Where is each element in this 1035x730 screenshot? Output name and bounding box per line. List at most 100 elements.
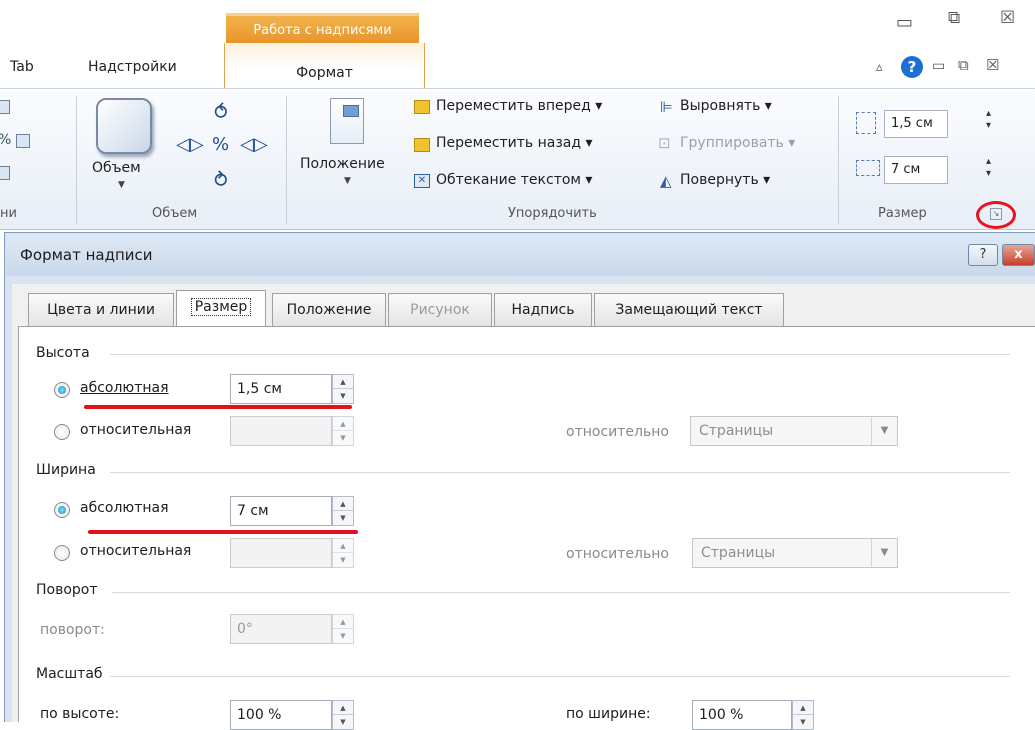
annotation-underline <box>88 530 358 534</box>
tab-colors-lines[interactable]: Цвета и линии <box>28 293 174 326</box>
chevron-down-icon[interactable]: ▼ <box>118 180 125 190</box>
help-icon[interactable]: ? <box>901 56 923 78</box>
spin-down-icon: ▼ <box>340 556 346 564</box>
group-separator <box>76 96 77 224</box>
bring-forward-icon[interactable] <box>414 100 430 114</box>
nudge-icon[interactable] <box>0 166 10 180</box>
scale-height-input[interactable]: 100 % <box>230 700 332 730</box>
height-spinner[interactable]: ▴ ▾ <box>986 108 991 132</box>
collapse-ribbon-icon[interactable]: ▵ <box>876 60 883 75</box>
annotation-circle <box>976 201 1016 229</box>
height-relative-to-value: Страницы <box>699 423 774 439</box>
shape-icon[interactable] <box>0 100 10 114</box>
width-absolute-input[interactable]: 7 см <box>230 496 332 526</box>
annotation-underline <box>84 405 352 409</box>
tab-tab[interactable]: Tab <box>10 59 34 75</box>
tilt-up-icon[interactable]: ⥀ <box>214 100 228 124</box>
volume-toggle-icon[interactable]: % <box>212 134 229 155</box>
height-relative-label: относительная <box>80 422 192 438</box>
title-bar <box>0 0 1035 50</box>
tab-textbox[interactable]: Надпись <box>494 293 592 326</box>
rotation-label: поворот: <box>40 622 105 638</box>
rotate-button[interactable]: Повернуть ▾ <box>680 172 770 188</box>
tab-size[interactable]: Размер <box>176 290 266 327</box>
width-relative-to-label: относительно <box>566 546 669 562</box>
dialog-title: Формат надписи <box>6 234 1035 276</box>
send-backward-icon[interactable] <box>414 138 430 152</box>
scale-width-label: по ширине: <box>566 706 651 722</box>
position-button[interactable]: Положение <box>300 156 385 172</box>
bring-forward-button[interactable]: Переместить вперед ▾ <box>436 98 602 114</box>
doc-close-icon[interactable]: ☒ <box>986 56 999 74</box>
section-divider <box>112 592 1010 593</box>
height-relative-input <box>230 416 332 446</box>
scale-width-input[interactable]: 100 % <box>692 700 792 730</box>
height-relative-stepper: ▲ ▼ <box>332 416 354 446</box>
width-spinner[interactable]: ▴ ▾ <box>986 156 991 180</box>
section-divider <box>110 354 1010 355</box>
restore-icon[interactable]: ⧉ <box>948 8 960 28</box>
shape-width-input[interactable]: 7 см <box>884 156 948 184</box>
height-absolute-input[interactable]: 1,5 см <box>230 374 332 404</box>
tab-size-label: Размер <box>190 298 252 316</box>
spin-up-icon[interactable]: ▲ <box>333 701 353 715</box>
wrap-text-label: Обтекание текстом <box>436 172 581 188</box>
height-absolute-stepper[interactable]: ▲ ▼ <box>332 374 354 404</box>
group-button: Группировать ▾ <box>680 135 796 151</box>
tab-addins[interactable]: Надстройки <box>88 59 177 75</box>
width-relative-radio[interactable] <box>54 545 70 561</box>
tilt-left-icon[interactable]: ◁▷ <box>176 134 204 155</box>
spin-up-icon[interactable]: ▲ <box>333 497 353 511</box>
spin-down-icon[interactable]: ▼ <box>333 715 353 729</box>
section-divider <box>110 472 1010 473</box>
scale-width-stepper[interactable]: ▲ ▼ <box>792 700 814 730</box>
volume-button[interactable]: Объем <box>92 160 141 176</box>
spin-up-icon[interactable]: ▲ <box>793 701 813 715</box>
shadow-icon[interactable] <box>16 134 30 148</box>
height-absolute-text: абсолютная <box>80 380 169 396</box>
tab-position[interactable]: Положение <box>272 293 386 326</box>
width-absolute-label: абсолютная <box>80 500 169 516</box>
close-icon[interactable]: ☒ <box>1000 8 1015 28</box>
spin-up-icon[interactable]: ▲ <box>333 375 353 389</box>
rotation-section-title: Поворот <box>36 582 98 598</box>
send-backward-button[interactable]: Переместить назад ▾ <box>436 135 593 151</box>
wrap-text-icon[interactable]: ✕ <box>414 174 430 188</box>
spin-down-icon[interactable]: ▼ <box>793 715 813 729</box>
send-backward-label: Переместить назад <box>436 135 582 151</box>
align-label: Выровнять <box>680 98 761 114</box>
rotate-label: Повернуть <box>680 172 759 188</box>
width-relative-stepper: ▲ ▼ <box>332 538 354 568</box>
help-button[interactable]: ? <box>968 244 998 266</box>
doc-restore-icon[interactable]: ⧉ <box>958 56 969 74</box>
width-section-title: Ширина <box>36 462 96 478</box>
scale-section-title: Масштаб <box>36 666 103 682</box>
scale-height-stepper[interactable]: ▲ ▼ <box>332 700 354 730</box>
wrap-text-button[interactable]: Обтекание текстом ▾ <box>436 172 592 188</box>
align-button[interactable]: Выровнять ▾ <box>680 98 772 114</box>
3d-volume-icon[interactable] <box>96 98 152 154</box>
percent-icon[interactable]: % <box>0 132 11 148</box>
width-absolute-stepper[interactable]: ▲ ▼ <box>332 496 354 526</box>
position-icon[interactable] <box>330 98 364 144</box>
shape-height-input[interactable]: 1,5 см <box>884 110 948 138</box>
rotate-icon[interactable]: ◭ <box>660 172 672 190</box>
tilt-right-icon[interactable]: ◁▷ <box>240 134 268 155</box>
doc-minimize-icon[interactable]: ▭ <box>932 58 945 74</box>
minimize-icon[interactable]: ▭ <box>896 12 913 33</box>
width-absolute-radio[interactable] <box>54 502 70 518</box>
tab-format[interactable]: Формат <box>224 43 425 89</box>
chevron-down-icon[interactable]: ▼ <box>344 176 351 186</box>
spin-down-icon[interactable]: ▼ <box>333 511 353 525</box>
align-icon[interactable]: ⊫ <box>660 98 673 116</box>
height-relative-radio[interactable] <box>54 424 70 440</box>
tab-alt-text[interactable]: Замещающий текст <box>594 293 784 326</box>
size-tab-panel <box>18 326 1035 722</box>
group-icon: ⊡ <box>658 134 671 152</box>
height-absolute-radio[interactable] <box>54 382 70 398</box>
height-absolute-label: абсолютная <box>80 380 169 396</box>
close-button[interactable]: x <box>1002 244 1035 266</box>
bring-forward-label: Переместить вперед <box>436 98 591 114</box>
spin-down-icon[interactable]: ▼ <box>333 389 353 403</box>
tilt-down-icon[interactable]: ⥁ <box>214 168 228 192</box>
